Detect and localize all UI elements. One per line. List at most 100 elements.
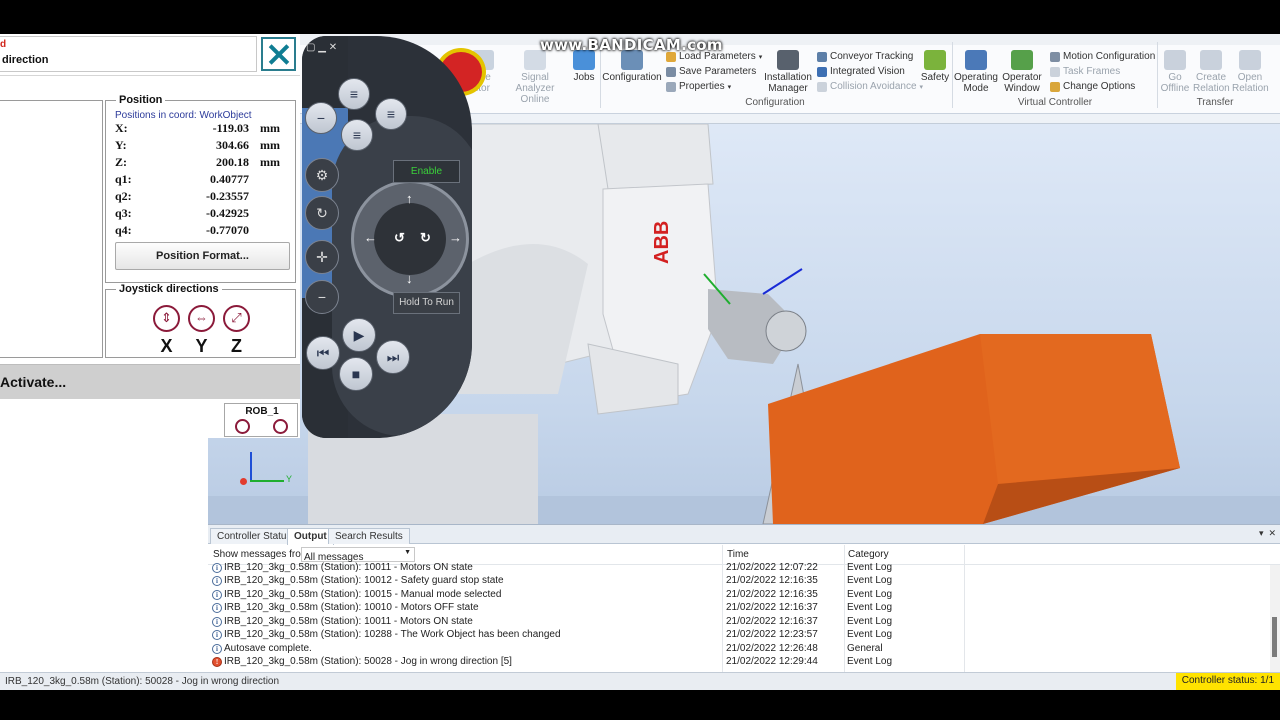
world-x-axis xyxy=(250,480,284,482)
column-header-category[interactable]: Category xyxy=(848,549,889,560)
tab-controller-status[interactable]: Controller Status xyxy=(210,528,299,544)
operating-mode-button[interactable]: Operating Mode xyxy=(953,50,999,94)
controller-status-badge[interactable]: Controller status: 1/1 xyxy=(1175,673,1280,690)
chevron-down-icon: ▼ xyxy=(404,549,411,556)
video-letterbox-top xyxy=(0,0,1280,34)
position-row-q2: q2: -0.23557 xyxy=(115,189,249,203)
info-icon: i xyxy=(212,603,222,613)
log-row[interactable]: i IRB_120_3kg_0.58m (Station): 10011 - Mo… xyxy=(208,562,1268,575)
activate-button[interactable]: Activate... xyxy=(0,364,300,399)
joystick-knob xyxy=(374,203,446,275)
safety-button[interactable]: Safety xyxy=(918,50,952,83)
output-tab-strip: Controller Status Output Search Results … xyxy=(208,525,1280,545)
position-format-button[interactable]: Position Format... xyxy=(115,242,290,270)
start-button[interactable]: ▶ xyxy=(342,318,376,352)
group-transfer-label: Transfer xyxy=(1196,97,1234,108)
signal-analyzer-online-button[interactable]: Signal Analyzer Online xyxy=(502,50,568,105)
increment-key[interactable]: − xyxy=(305,280,339,314)
joystick-left-arrow-icon: ← xyxy=(364,230,377,245)
jogging-window-header: d direction xyxy=(0,34,300,76)
step-backward-button[interactable]: ⏮ xyxy=(306,336,340,370)
output-scrollbar[interactable] xyxy=(1270,565,1280,673)
enable-button[interactable]: Enable xyxy=(393,160,460,183)
position-row-y: Y: 304.66 mm xyxy=(115,138,280,152)
log-row[interactable]: i IRB_120_3kg_0.58m (Station): 10288 - Th… xyxy=(208,629,1268,642)
info-icon: i xyxy=(212,644,222,654)
open-relation-button[interactable]: Open Relation xyxy=(1232,50,1269,94)
recording-watermark: www.BANDICAM.com xyxy=(540,36,723,54)
output-panel: Controller Status Output Search Results … xyxy=(208,524,1280,673)
pendant-window-controls[interactable]: ▢ ▁ ✕ xyxy=(306,42,337,53)
window-title-fragment: d xyxy=(0,39,7,50)
left-panel-blank xyxy=(0,438,208,672)
motion-configuration-button[interactable]: Motion Configuration xyxy=(1050,51,1155,62)
robot-selector[interactable]: ROB_1 xyxy=(224,403,298,437)
properties-button[interactable]: Properties ▾ xyxy=(666,81,731,92)
installation-manager-button[interactable]: Installation Manager xyxy=(760,50,816,94)
joystick-rotate-right-icon: ↻ xyxy=(420,230,431,245)
operating-mode-icon xyxy=(965,50,987,70)
position-row-q1: q1: 0.40777 xyxy=(115,172,249,186)
programmable-key-3[interactable]: ≡ xyxy=(375,98,407,130)
robot-upper-arm xyxy=(597,123,714,190)
position-legend: Position xyxy=(116,94,166,106)
triad-y-label: Y xyxy=(286,474,293,484)
log-row[interactable]: i IRB_120_3kg_0.58m (Station): 10012 - Sa… xyxy=(208,575,1268,588)
panel-window-controls[interactable]: ▾ ✕ xyxy=(1259,528,1276,539)
log-row[interactable]: i Autosave complete. 21/02/2022 12:26:48 Ge… xyxy=(208,643,1268,656)
joystick-legend: Joystick directions xyxy=(116,283,222,295)
tool-frame-z-axis xyxy=(762,268,803,295)
joystick-right-arrow-icon: → xyxy=(449,230,462,245)
tab-output[interactable]: Output xyxy=(287,528,334,545)
conveyor-icon xyxy=(817,51,827,62)
joystick-axis-y: Y xyxy=(195,336,208,356)
configuration-button[interactable]: Configuration xyxy=(602,50,662,83)
scrollbar-thumb[interactable] xyxy=(1272,617,1277,657)
go-offline-button[interactable]: Go Offline xyxy=(1160,50,1190,94)
group-virtual-controller-label: Virtual Controller xyxy=(1017,97,1093,108)
joystick-y-direction-icon: ⇔ xyxy=(188,305,215,332)
task-frames-button[interactable]: Task Frames xyxy=(1050,66,1120,77)
column-header-time[interactable]: Time xyxy=(727,549,749,560)
select-mechanical-unit-key[interactable]: ⚙ xyxy=(305,158,339,192)
stop-button[interactable]: ■ xyxy=(339,357,373,391)
tab-search-results[interactable]: Search Results xyxy=(328,528,410,544)
operator-window-button[interactable]: Operator Window xyxy=(1000,50,1044,94)
mechanical-unit-icon xyxy=(235,419,250,434)
filter-label: Show messages from xyxy=(213,549,310,560)
position-row-q3: q3: -0.42925 xyxy=(115,206,249,220)
log-row[interactable]: i IRB_120_3kg_0.58m (Station): 10015 - Ma… xyxy=(208,589,1268,602)
joystick-up-arrow-icon: ↑ xyxy=(406,191,413,206)
info-icon: i xyxy=(212,563,222,573)
programmable-key-2[interactable]: − xyxy=(305,102,337,134)
collision-avoidance-button[interactable]: Collision Avoidance ▾ xyxy=(817,81,923,92)
info-icon: i xyxy=(212,630,222,640)
change-options-button[interactable]: Change Options xyxy=(1050,81,1135,92)
joystick-down-arrow-icon: ↓ xyxy=(406,271,413,286)
step-forward-button[interactable]: ⏭ xyxy=(376,340,410,374)
toggle-motion-mode-key[interactable]: ↻ xyxy=(305,196,339,230)
joystick[interactable]: ↑ ↓ ← → ↺ ↻ xyxy=(351,180,469,298)
log-row[interactable]: i IRB_120_3kg_0.58m (Station): 10010 - Mo… xyxy=(208,602,1268,615)
toggle-increment-key[interactable]: ✛ xyxy=(305,240,339,274)
safety-icon xyxy=(924,50,946,70)
info-icon: i xyxy=(212,576,222,586)
joystick-directions-panel: Joystick directions ⇕ ⇔ ⤢ X Y Z xyxy=(105,283,296,358)
create-relation-button[interactable]: Create Relation xyxy=(1193,50,1230,94)
programmable-key-4[interactable]: ≡ xyxy=(341,119,373,151)
jog-properties-pane xyxy=(0,100,103,358)
log-row[interactable]: i IRB_120_3kg_0.58m (Station): 10011 - Mo… xyxy=(208,616,1268,629)
position-row-z: Z: 200.18 mm xyxy=(115,155,280,169)
open-relation-icon xyxy=(1239,50,1261,70)
workpiece-top-face xyxy=(980,334,1180,484)
message-filter-select[interactable]: All messages ▼ xyxy=(301,547,415,563)
save-parameters-button[interactable]: Save Parameters xyxy=(666,66,756,77)
hold-to-run-button[interactable]: Hold To Run xyxy=(393,292,460,314)
log-row[interactable]: ! IRB_120_3kg_0.58m (Station): 50028 - Jo… xyxy=(208,656,1268,669)
motion-configuration-icon xyxy=(1050,51,1060,62)
close-icon[interactable] xyxy=(261,37,296,71)
integrated-vision-button[interactable]: Integrated Vision xyxy=(817,66,905,77)
programmable-key-1[interactable]: ≡ xyxy=(338,78,370,110)
conveyor-tracking-button[interactable]: Conveyor Tracking xyxy=(817,51,913,62)
jobs-button[interactable]: Jobs xyxy=(570,50,598,83)
